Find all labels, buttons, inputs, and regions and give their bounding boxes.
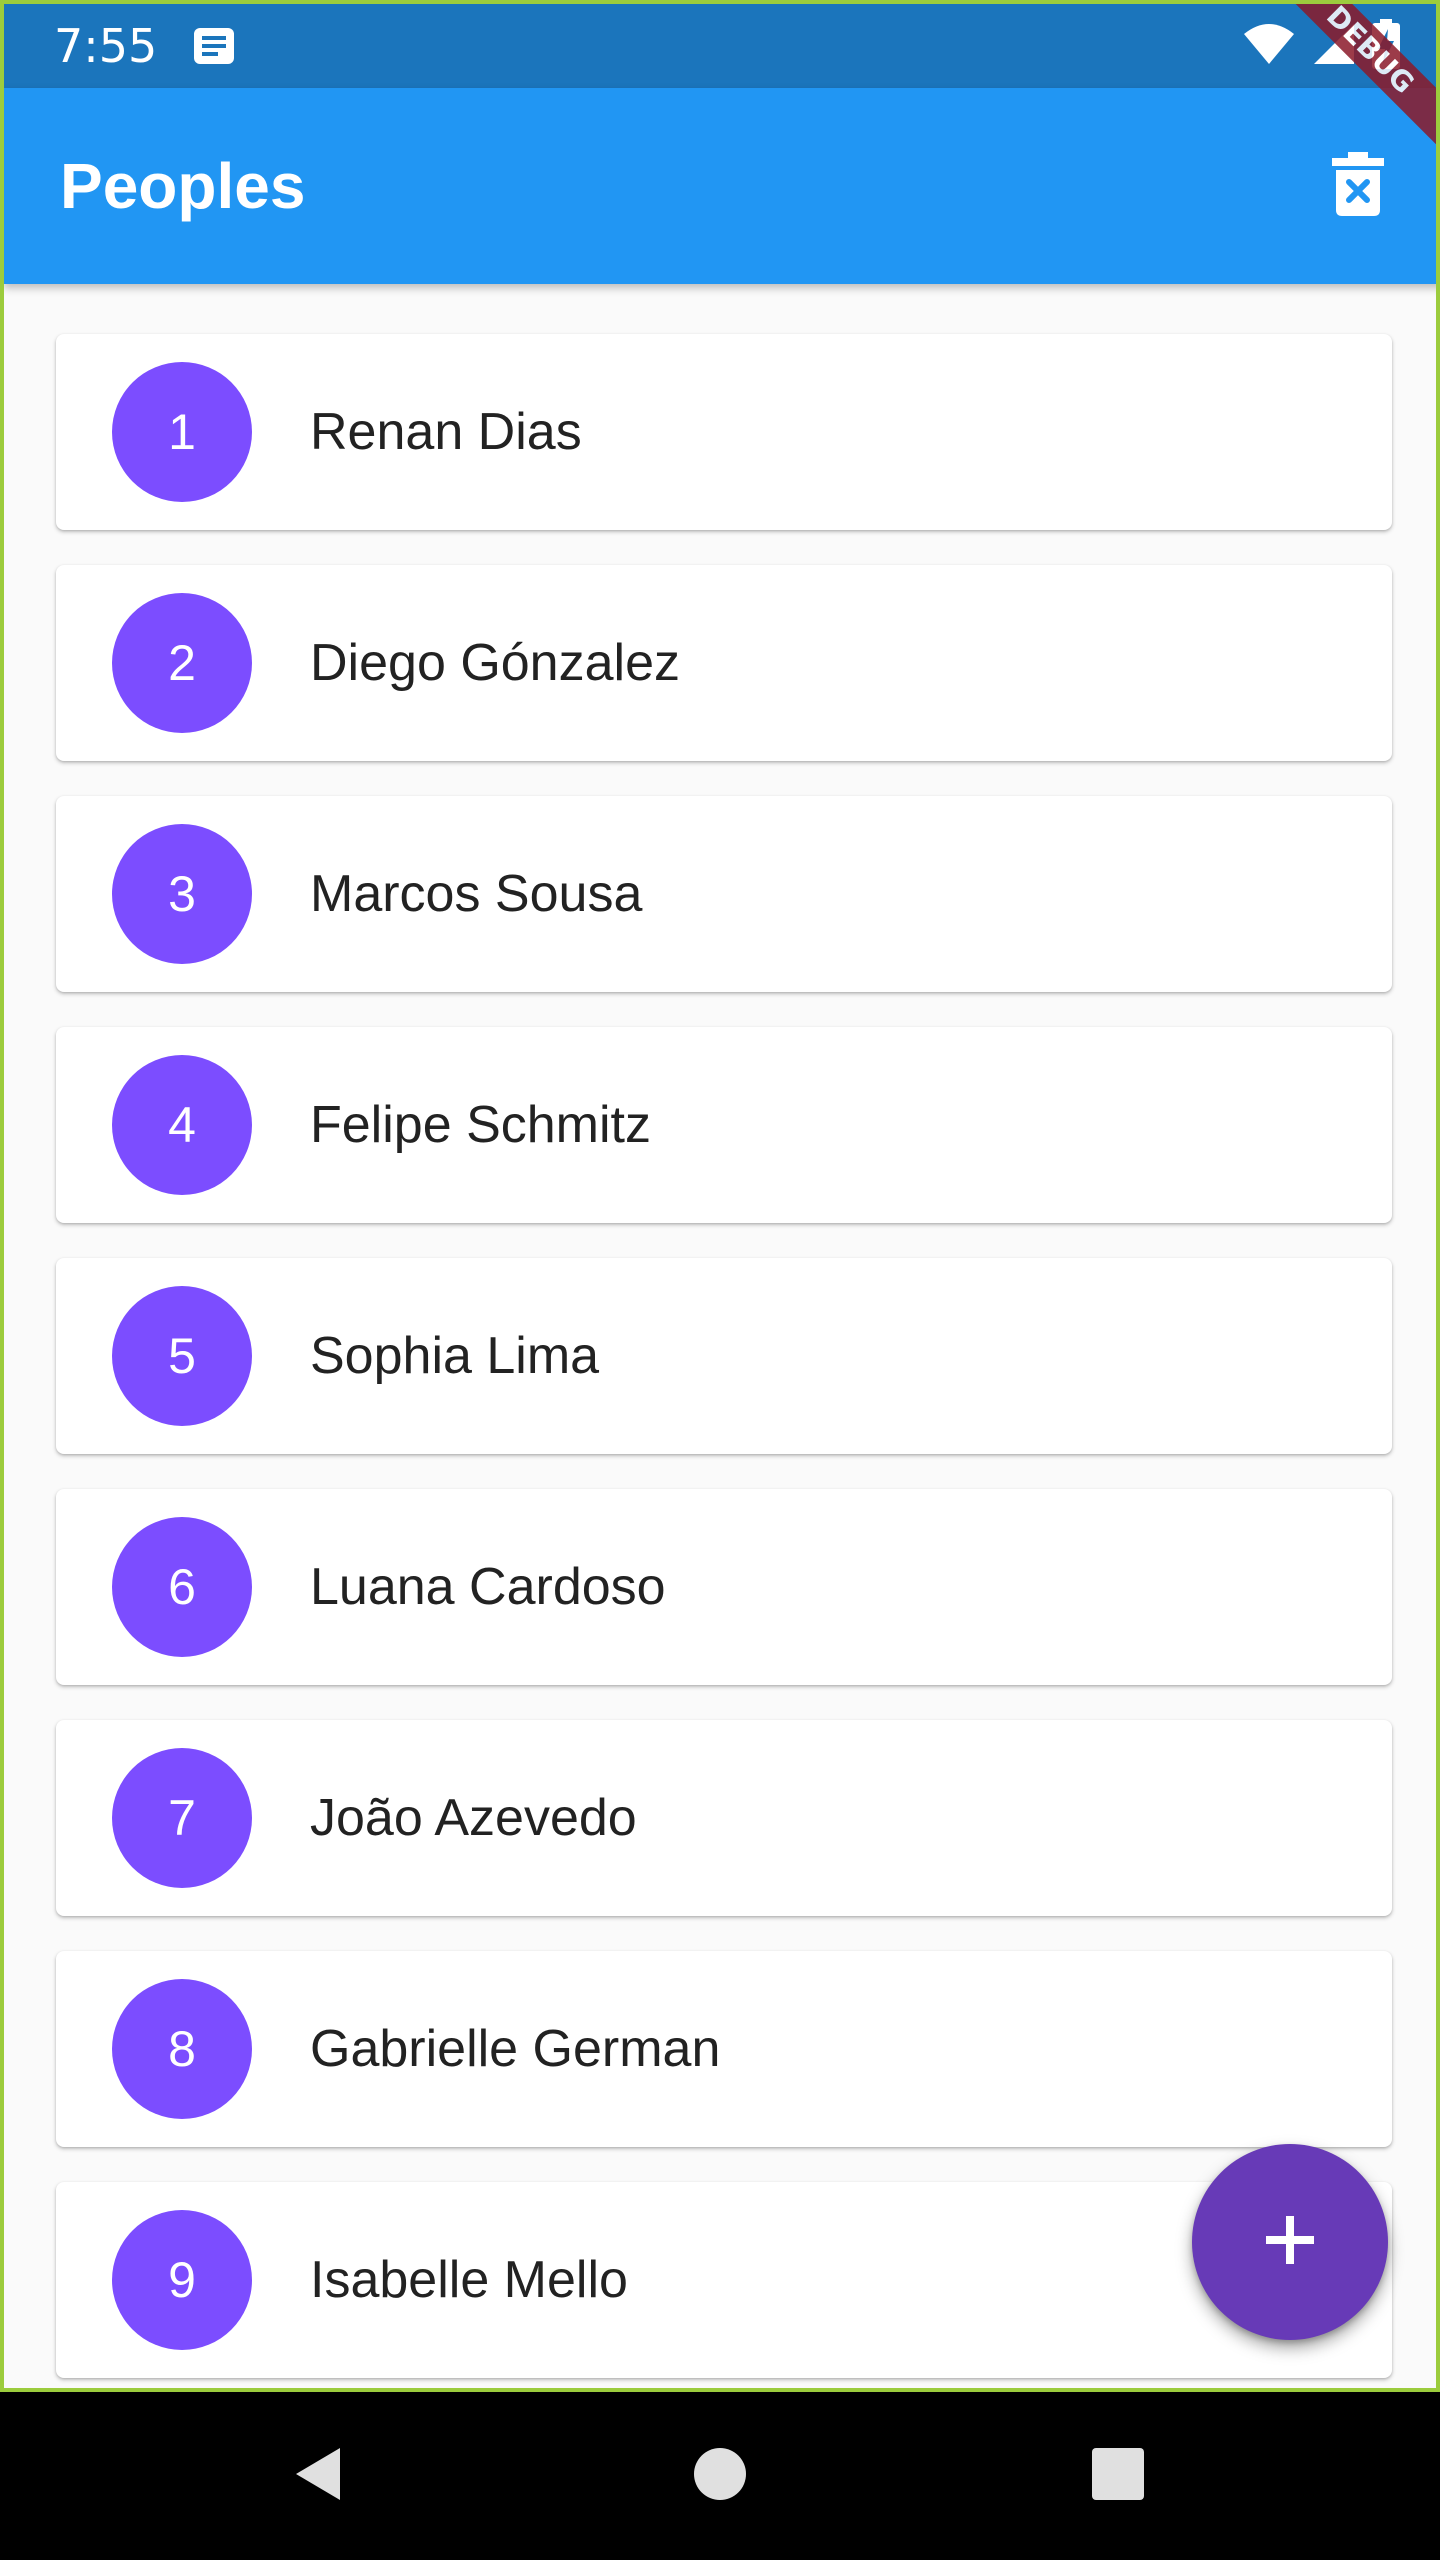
person-card[interactable]: 4 Felipe Schmitz: [56, 1027, 1392, 1223]
person-name: Luana Cardoso: [310, 1558, 666, 1616]
back-icon: [288, 2444, 348, 2508]
back-button[interactable]: [278, 2436, 358, 2516]
person-card[interactable]: 7 João Azevedo: [56, 1720, 1392, 1916]
person-name: Marcos Sousa: [310, 865, 643, 923]
person-card[interactable]: 3 Marcos Sousa: [56, 796, 1392, 992]
status-bar: 7:55: [4, 4, 1436, 88]
app-window: 7:55 DEBUG Peoples 1 Renan Dias 2 Diego …: [0, 0, 1440, 2392]
home-icon: [692, 2446, 748, 2506]
person-avatar: 6: [112, 1517, 252, 1657]
delete-all-button[interactable]: [1312, 140, 1404, 232]
person-card[interactable]: 5 Sophia Lima: [56, 1258, 1392, 1454]
person-name: João Azevedo: [310, 1789, 637, 1847]
person-avatar: 7: [112, 1748, 252, 1888]
wifi-icon: [1242, 22, 1296, 70]
screen: 7:55 DEBUG Peoples 1 Renan Dias 2 Diego …: [0, 0, 1440, 2560]
person-avatar: 1: [112, 362, 252, 502]
person-avatar: 5: [112, 1286, 252, 1426]
delete-sweep-icon: [1332, 152, 1384, 220]
person-avatar: 4: [112, 1055, 252, 1195]
add-icon: [1260, 2210, 1320, 2274]
notification-icon: [192, 26, 236, 66]
person-name: Isabelle Mello: [310, 2251, 628, 2309]
people-list: 1 Renan Dias 2 Diego Gónzalez 3 Marcos Sousa 4…: [56, 334, 1392, 2388]
add-person-button[interactable]: [1192, 2144, 1388, 2340]
person-avatar: 3: [112, 824, 252, 964]
page-title: Peoples: [60, 150, 306, 222]
home-button[interactable]: [680, 2436, 760, 2516]
person-card[interactable]: 6 Luana Cardoso: [56, 1489, 1392, 1685]
person-name: Renan Dias: [310, 403, 582, 461]
person-name: Gabrielle German: [310, 2020, 721, 2078]
person-avatar: 8: [112, 1979, 252, 2119]
person-name: Felipe Schmitz: [310, 1096, 651, 1154]
app-bar: Peoples: [4, 88, 1436, 284]
person-card[interactable]: 1 Renan Dias: [56, 334, 1392, 530]
person-name: Diego Gónzalez: [310, 634, 680, 692]
recents-icon: [1090, 2446, 1146, 2506]
person-card[interactable]: 8 Gabrielle German: [56, 1951, 1392, 2147]
recents-button[interactable]: [1078, 2436, 1158, 2516]
person-card[interactable]: 2 Diego Gónzalez: [56, 565, 1392, 761]
person-card[interactable]: 9 Isabelle Mello: [56, 2182, 1392, 2378]
status-time: 7:55: [54, 19, 158, 73]
navigation-bar: [0, 2392, 1440, 2560]
person-avatar: 9: [112, 2210, 252, 2350]
person-name: Sophia Lima: [310, 1327, 600, 1385]
person-avatar: 2: [112, 593, 252, 733]
